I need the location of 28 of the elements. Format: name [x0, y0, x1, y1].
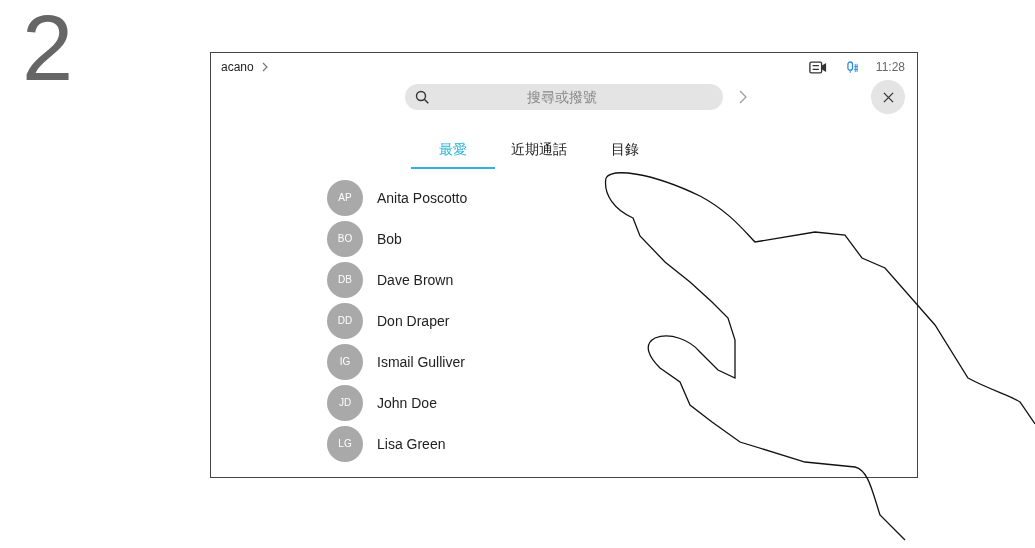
avatar-initials: DB: [327, 261, 363, 298]
contact-name[interactable]: Lisa Green: [377, 435, 446, 452]
chevron-icon: [261, 62, 268, 72]
avatar-initials: IG: [327, 343, 363, 380]
avatar-initials: LG: [327, 425, 363, 462]
breadcrumb-link[interactable]: acano: [221, 60, 254, 74]
step-number: 2: [21, 2, 75, 92]
close-button[interactable]: [871, 80, 905, 114]
contact-name[interactable]: Don Draper: [377, 312, 450, 329]
search-field[interactable]: 搜尋或撥號: [405, 84, 723, 110]
contact-name[interactable]: Bob: [377, 230, 402, 247]
search-input[interactable]: 搜尋或撥號: [429, 88, 723, 106]
contact-name[interactable]: John Doe: [377, 394, 437, 411]
tab[interactable]: 目錄: [583, 135, 667, 169]
contact-name[interactable]: Dave Brown: [377, 271, 454, 288]
tab[interactable]: 近期通話: [495, 135, 583, 169]
contact-name[interactable]: Ismail Gulliver: [377, 353, 465, 370]
avatar-initials: JD: [327, 384, 363, 421]
contact-name[interactable]: Anita Poscotto: [377, 189, 468, 206]
camera-icon[interactable]: [808, 60, 827, 74]
chevron-icon[interactable]: [739, 90, 747, 104]
avatar-initials: AP: [327, 179, 363, 216]
avatar-initials: BO: [327, 220, 363, 257]
avatar-initials: DD: [327, 302, 363, 339]
microphone-icon[interactable]: [846, 60, 858, 74]
search-icon: [415, 90, 429, 104]
clock-time: 11:28: [875, 60, 905, 74]
close-icon: [882, 91, 894, 103]
